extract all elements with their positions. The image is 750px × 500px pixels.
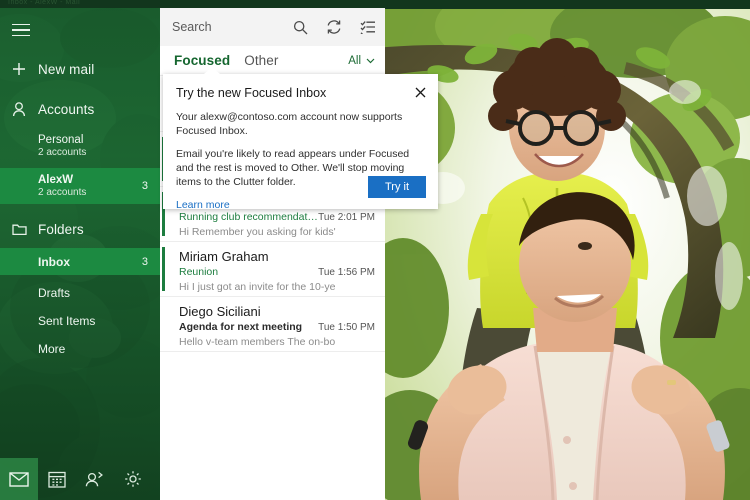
folders-header[interactable]: Folders xyxy=(0,216,160,242)
person-icon xyxy=(0,101,38,117)
tab-other[interactable]: Other xyxy=(244,53,278,68)
nav-people-button[interactable] xyxy=(76,458,114,500)
accounts-label: Accounts xyxy=(38,101,95,117)
folder-name: More xyxy=(38,341,66,356)
window-title: Inbox - AlexW - Mail xyxy=(8,0,81,6)
nav-calendar-button[interactable] xyxy=(38,458,76,500)
message-preview: Hi I just got an invite for the 10-ye xyxy=(179,281,336,293)
mail-app-window: Inbox - AlexW - Mail New mail Accounts P… xyxy=(0,0,750,500)
selection-mode-icon xyxy=(360,21,375,34)
focused-other-tabs: Focused Other All xyxy=(160,46,385,76)
hamburger-menu-icon[interactable] xyxy=(12,20,36,40)
folder-name: Drafts xyxy=(38,285,71,300)
search-input[interactable] xyxy=(172,20,282,34)
filter-dropdown[interactable]: All xyxy=(348,55,375,67)
gear-icon xyxy=(125,471,141,487)
folder-name: Sent Items xyxy=(38,313,96,328)
close-icon[interactable] xyxy=(411,83,429,101)
message-preview: Hello v-team members The on-bo xyxy=(179,336,336,348)
reading-pane-photo xyxy=(385,8,750,500)
learn-more-link[interactable]: Learn more xyxy=(176,199,230,211)
sidebar-bottom-nav xyxy=(0,458,160,500)
try-it-button[interactable]: Try it xyxy=(367,176,426,198)
calendar-icon xyxy=(48,471,66,488)
filter-label: All xyxy=(348,54,361,67)
message-subject: Agenda for next meeting xyxy=(179,321,303,333)
folders-label: Folders xyxy=(38,221,84,237)
folder-unread-count: 3 xyxy=(141,255,148,268)
nav-mail-button[interactable] xyxy=(0,458,38,500)
message-sender: Diego Siciliani xyxy=(179,304,261,319)
chevron-down-icon xyxy=(366,58,375,63)
folder-item-drafts[interactable]: Drafts xyxy=(0,279,160,306)
selection-mode-button[interactable] xyxy=(351,8,385,46)
tab-focused[interactable]: Focused xyxy=(174,53,230,68)
new-mail-button[interactable]: New mail xyxy=(0,56,160,82)
sync-icon xyxy=(327,20,341,34)
plus-icon xyxy=(0,62,38,76)
folder-icon xyxy=(0,223,38,236)
focused-inbox-teaching-callout: Try the new Focused Inbox Your alexw@con… xyxy=(163,67,438,211)
message-time: Tue 2:01 PM xyxy=(318,212,375,223)
callout-title: Try the new Focused Inbox xyxy=(176,86,327,100)
search-icon xyxy=(293,20,307,34)
search-button[interactable] xyxy=(283,8,317,46)
message-time: Tue 1:56 PM xyxy=(318,267,375,278)
folder-name: Inbox xyxy=(38,254,70,269)
message-list-item[interactable]: Miriam Graham Reunion Tue 1:56 PM Hi I j… xyxy=(160,242,385,297)
folder-item-more[interactable]: More xyxy=(0,335,160,362)
search-toolbar xyxy=(160,8,385,46)
sync-button[interactable] xyxy=(317,8,351,46)
message-sender: Miriam Graham xyxy=(179,249,269,264)
accounts-header[interactable]: Accounts xyxy=(0,96,160,122)
account-unread-count: 3 xyxy=(141,180,148,192)
account-row-personal[interactable]: Personal 2 accounts xyxy=(0,128,160,164)
folder-item-sent-items[interactable]: Sent Items xyxy=(0,307,160,334)
mail-icon xyxy=(9,471,29,487)
photo-illustration xyxy=(385,8,750,500)
message-list-item[interactable]: Diego Siciliani Agenda for next meeting … xyxy=(160,297,385,352)
message-subject: Reunion xyxy=(179,266,219,278)
new-mail-label: New mail xyxy=(38,61,95,77)
nav-settings-button[interactable] xyxy=(114,458,152,500)
navigation-sidebar: New mail Accounts Personal 2 accounts Al… xyxy=(0,8,160,500)
account-subtitle: 2 accounts xyxy=(38,146,87,158)
message-time: Tue 1:50 PM xyxy=(318,322,375,333)
message-preview: Hi Remember you asking for kids' xyxy=(179,226,336,238)
account-name: Personal xyxy=(38,133,84,146)
search-field-container[interactable] xyxy=(160,8,283,46)
folder-item-inbox[interactable]: Inbox 3 xyxy=(0,248,160,275)
callout-body-line1: Your alexw@contoso.com account now suppo… xyxy=(176,111,403,137)
people-icon xyxy=(85,471,103,487)
callout-pointer xyxy=(204,67,220,74)
account-row-alexw[interactable]: AlexW 2 accounts 3 xyxy=(0,168,160,204)
